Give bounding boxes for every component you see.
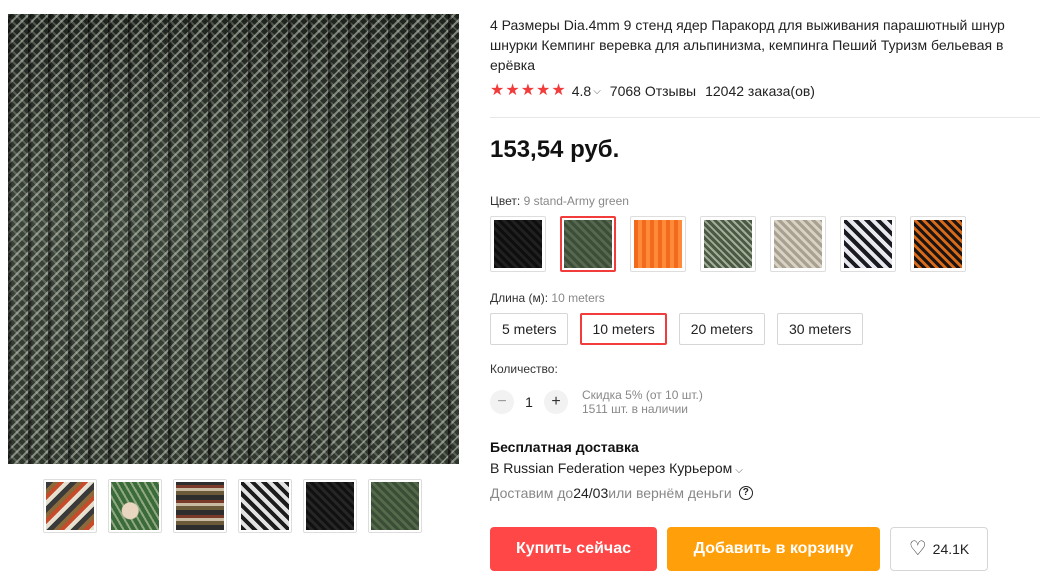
color-label-text: Цвет:: [490, 194, 524, 208]
star-icon: ★: [536, 82, 551, 99]
discount-text: Скидка 5% (от 10 шт.): [582, 388, 703, 402]
quantity-increase-button[interactable]: +: [544, 390, 568, 414]
orders-count: 12042 заказа(ов): [705, 83, 815, 99]
thumbnail[interactable]: [43, 479, 97, 533]
color-swatch[interactable]: [490, 216, 546, 272]
divider: [490, 117, 1040, 118]
color-label: Цвет: 9 stand-Army green: [490, 194, 629, 208]
heart-icon: ♡: [908, 538, 927, 560]
thumbnail-strip: [43, 479, 422, 533]
rating-row: ★ ★ ★ ★ ★ 4.8 ⌵ 7068 Отзывы 12042 заказа…: [490, 82, 815, 100]
chevron-down-icon[interactable]: ⌵: [735, 465, 743, 476]
length-option-5m[interactable]: 5 meters: [490, 313, 569, 345]
length-options: 5 meters 10 meters 20 meters 30 meters: [490, 313, 864, 345]
product-title: 4 Размеры Dia.4mm 9 стенд ядер Паракорд …: [490, 17, 1005, 73]
star-icon: ★: [505, 82, 520, 99]
chevron-down-icon[interactable]: ⌵: [593, 86, 601, 97]
quantity-stepper: − 1 + Скидка 5% (от 10 шт.) 1511 шт. в н…: [490, 388, 703, 416]
color-swatches: [490, 216, 966, 272]
delivery-date: 24/03: [573, 485, 609, 501]
product-price: 153,54 руб.: [490, 136, 620, 163]
thumbnail[interactable]: [303, 479, 357, 533]
color-swatch[interactable]: [910, 216, 966, 272]
add-to-cart-button[interactable]: Добавить в корзину: [667, 527, 880, 571]
stock-text: 1511 шт. в наличии: [582, 402, 688, 416]
thumbnail[interactable]: [368, 479, 422, 533]
star-icon: ★: [520, 82, 536, 99]
color-selected-value: 9 stand-Army green: [523, 194, 629, 208]
thumbnail[interactable]: [238, 479, 292, 533]
length-label-text: Длина (м):: [490, 291, 552, 305]
buy-now-button[interactable]: Купить сейчас: [490, 527, 657, 571]
main-product-image[interactable]: [8, 14, 459, 464]
quantity-decrease-button[interactable]: −: [490, 390, 514, 414]
thumbnail[interactable]: [108, 479, 162, 533]
shipping-destination[interactable]: В Russian Federation через Курьером ⌵: [490, 460, 743, 476]
action-buttons: Купить сейчас Добавить в корзину ♡ 24.1K: [490, 527, 988, 571]
length-option-30m[interactable]: 30 meters: [776, 313, 864, 345]
shipping-title: Бесплатная доставка: [490, 439, 639, 455]
quantity-label: Количество:: [490, 362, 558, 376]
delivery-suffix: или вернём деньги: [608, 485, 732, 501]
color-swatch[interactable]: [770, 216, 826, 272]
length-option-10m[interactable]: 10 meters: [580, 313, 667, 345]
delivery-estimate: Доставим до 24/03 или вернём деньги ?: [490, 485, 753, 501]
rating-stars: ★ ★ ★ ★ ★: [490, 82, 566, 100]
color-swatch[interactable]: [630, 216, 686, 272]
color-swatch-selected[interactable]: [560, 216, 616, 272]
shipping-destination-text[interactable]: В Russian Federation через Курьером: [490, 460, 732, 476]
length-selected-value: 10 meters: [551, 291, 605, 305]
color-swatch[interactable]: [700, 216, 756, 272]
quantity-value[interactable]: 1: [514, 394, 544, 410]
star-icon: ★: [490, 82, 505, 99]
star-icon: ★: [551, 82, 566, 99]
quantity-info: Скидка 5% (от 10 шт.) 1511 шт. в наличии: [582, 388, 703, 416]
thumbnail[interactable]: [173, 479, 227, 533]
color-swatch[interactable]: [840, 216, 896, 272]
rating-score[interactable]: 4.8: [572, 83, 591, 99]
wishlist-count: 24.1K: [932, 541, 970, 557]
length-label: Длина (м): 10 meters: [490, 291, 605, 305]
reviews-link[interactable]: 7068 Отзывы: [610, 83, 696, 99]
wishlist-button[interactable]: ♡ 24.1K: [890, 527, 988, 571]
help-circle-icon[interactable]: ?: [738, 486, 753, 500]
length-option-20m[interactable]: 20 meters: [678, 313, 765, 345]
delivery-prefix: Доставим до: [490, 485, 574, 501]
